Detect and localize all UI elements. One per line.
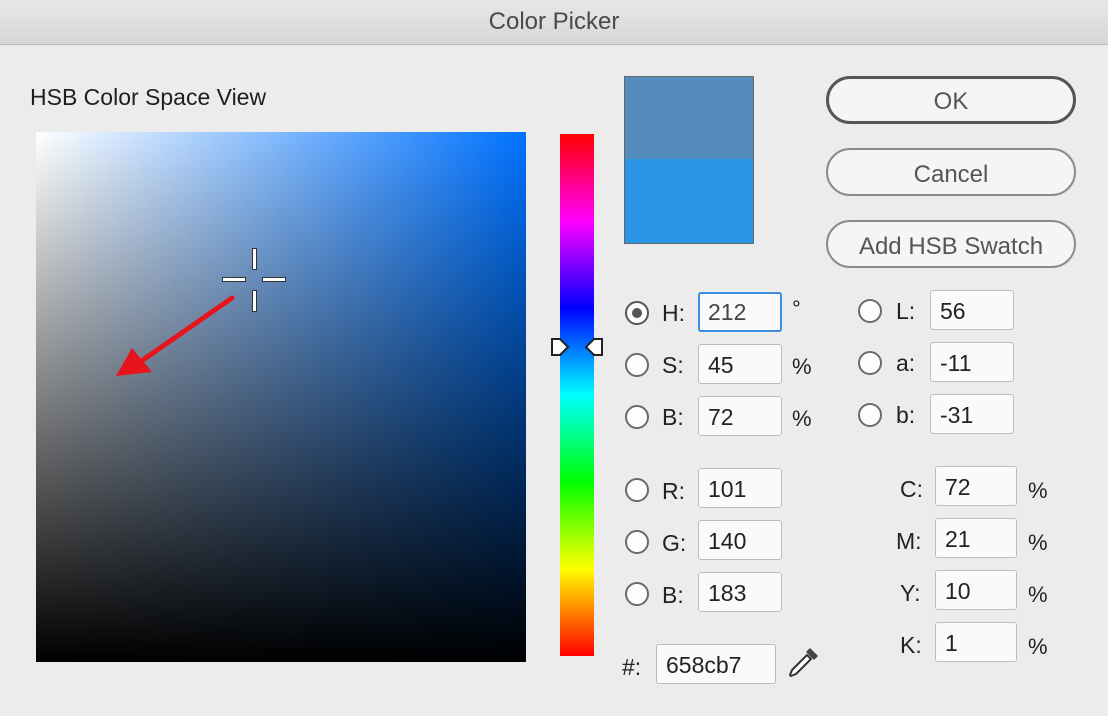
- b-channel-field[interactable]: -31: [930, 394, 1014, 434]
- saturation-label: S:: [662, 352, 684, 378]
- blue-field[interactable]: 183: [698, 572, 782, 612]
- new-color-swatch: [625, 77, 753, 159]
- hex-field[interactable]: 658cb7: [656, 644, 776, 684]
- hue-slider-handle[interactable]: [550, 336, 604, 358]
- cyan-label: C:: [900, 476, 923, 502]
- radio-lightness[interactable]: [858, 299, 882, 323]
- lightness-field[interactable]: 56: [930, 290, 1014, 330]
- color-space-title: HSB Color Space View: [30, 84, 267, 110]
- radio-blue[interactable]: [625, 582, 649, 606]
- cyan-field[interactable]: 72: [935, 466, 1017, 506]
- hue-slider[interactable]: [560, 134, 594, 656]
- lightness-label: L:: [896, 298, 916, 324]
- red-label: R:: [662, 478, 685, 504]
- red-field[interactable]: 101: [698, 468, 782, 508]
- add-hsb-swatch-button[interactable]: Add HSB Swatch: [826, 220, 1076, 268]
- yellow-field[interactable]: 10: [935, 570, 1017, 610]
- saturation-unit: %: [792, 354, 812, 379]
- black-label: K:: [900, 632, 922, 658]
- brightness-unit: %: [792, 406, 812, 431]
- magenta-label: M:: [896, 528, 922, 554]
- window-title: Color Picker: [0, 0, 1108, 45]
- hex-label: #:: [622, 654, 642, 680]
- radio-green[interactable]: [625, 530, 649, 554]
- ok-button[interactable]: OK: [826, 76, 1076, 124]
- black-unit: %: [1028, 634, 1048, 659]
- yellow-label: Y:: [900, 580, 921, 606]
- black-field[interactable]: 1: [935, 622, 1017, 662]
- green-field[interactable]: 140: [698, 520, 782, 560]
- eyedropper-icon[interactable]: [786, 644, 822, 680]
- b-channel-label: b:: [896, 402, 916, 428]
- red-arrow-annotation: [116, 295, 235, 376]
- hsb-color-field[interactable]: [36, 132, 526, 662]
- green-label: G:: [662, 530, 687, 556]
- radio-saturation[interactable]: [625, 353, 649, 377]
- brightness-label: B:: [662, 404, 684, 430]
- cancel-button[interactable]: Cancel: [826, 148, 1076, 196]
- a-channel-field[interactable]: -11: [930, 342, 1014, 382]
- radio-red[interactable]: [625, 478, 649, 502]
- saturation-field[interactable]: 45: [698, 344, 782, 384]
- hue-unit: °: [792, 296, 801, 321]
- hue-label: H:: [662, 300, 685, 326]
- radio-brightness[interactable]: [625, 405, 649, 429]
- radio-a-channel[interactable]: [858, 351, 882, 375]
- radio-b-channel[interactable]: [858, 403, 882, 427]
- radio-hue[interactable]: [625, 301, 649, 325]
- hue-field[interactable]: 212: [698, 292, 782, 332]
- color-preview: [624, 76, 754, 244]
- magenta-unit: %: [1028, 530, 1048, 555]
- blue-label: B:: [662, 582, 684, 608]
- magenta-field[interactable]: 21: [935, 518, 1017, 558]
- brightness-field[interactable]: 72: [698, 396, 782, 436]
- cyan-unit: %: [1028, 478, 1048, 503]
- a-channel-label: a:: [896, 350, 916, 376]
- yellow-unit: %: [1028, 582, 1048, 607]
- current-color-swatch: [625, 159, 753, 243]
